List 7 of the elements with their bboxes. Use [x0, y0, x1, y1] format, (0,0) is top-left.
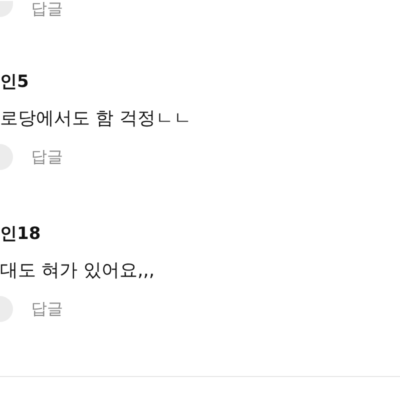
comment-author: 인18 [0, 224, 42, 244]
reply-link[interactable]: 답글 [31, 298, 63, 320]
comment-text: 대도 혀가 있어요,,, [0, 260, 156, 282]
comment-author: 인5 [0, 72, 30, 92]
reply-link[interactable]: 답글 [31, 0, 63, 20]
comment-text: 로당에서도 함 걱정ㄴㄴ [0, 108, 192, 130]
reply-link[interactable]: 답글 [31, 146, 63, 168]
